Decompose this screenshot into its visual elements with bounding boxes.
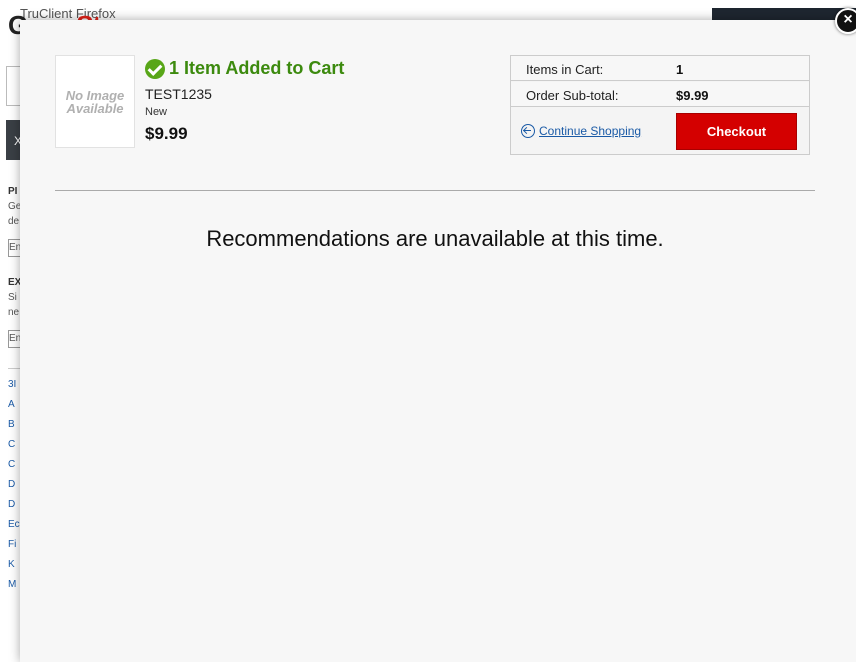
cart-actions: Continue Shopping Checkout [511,108,809,154]
recommendations-message: Recommendations are unavailable at this … [206,226,664,251]
section-divider [55,190,815,191]
items-in-cart-row: Items in Cart: 1 [511,56,809,81]
added-to-cart-message: 1 Item Added to Cart [145,58,344,79]
checkout-button[interactable]: Checkout [676,113,797,150]
continue-shopping-label: Continue Shopping [539,124,642,138]
product-price: $9.99 [145,124,188,143]
items-in-cart-value: 1 [676,62,684,77]
product-condition: New [145,106,168,118]
added-to-cart-text: 1 Item Added to Cart [169,58,345,78]
subtotal-value: $9.99 [676,88,709,103]
subtotal-row: Order Sub-total: $9.99 [511,82,809,107]
items-in-cart-label: Items in Cart: [526,62,604,77]
close-icon: × [843,11,853,28]
product-sku: TEST1235 [145,86,212,102]
no-image-text: No Image Available [65,87,125,116]
cart-summary: Items in Cart: 1 Order Sub-total: $9.99 … [510,55,810,155]
checkmark-icon [145,58,165,79]
close-modal-button[interactable]: × [835,8,856,34]
subtotal-label: Order Sub-total: [526,88,619,103]
checkout-label: Checkout [706,124,767,139]
continue-shopping-link[interactable]: Continue Shopping [521,124,641,138]
add-to-cart-modal: No Image Available 1 Item Added to Cart … [20,20,856,662]
back-arrow-icon [521,124,535,138]
product-image-placeholder: No Image Available [55,55,135,148]
